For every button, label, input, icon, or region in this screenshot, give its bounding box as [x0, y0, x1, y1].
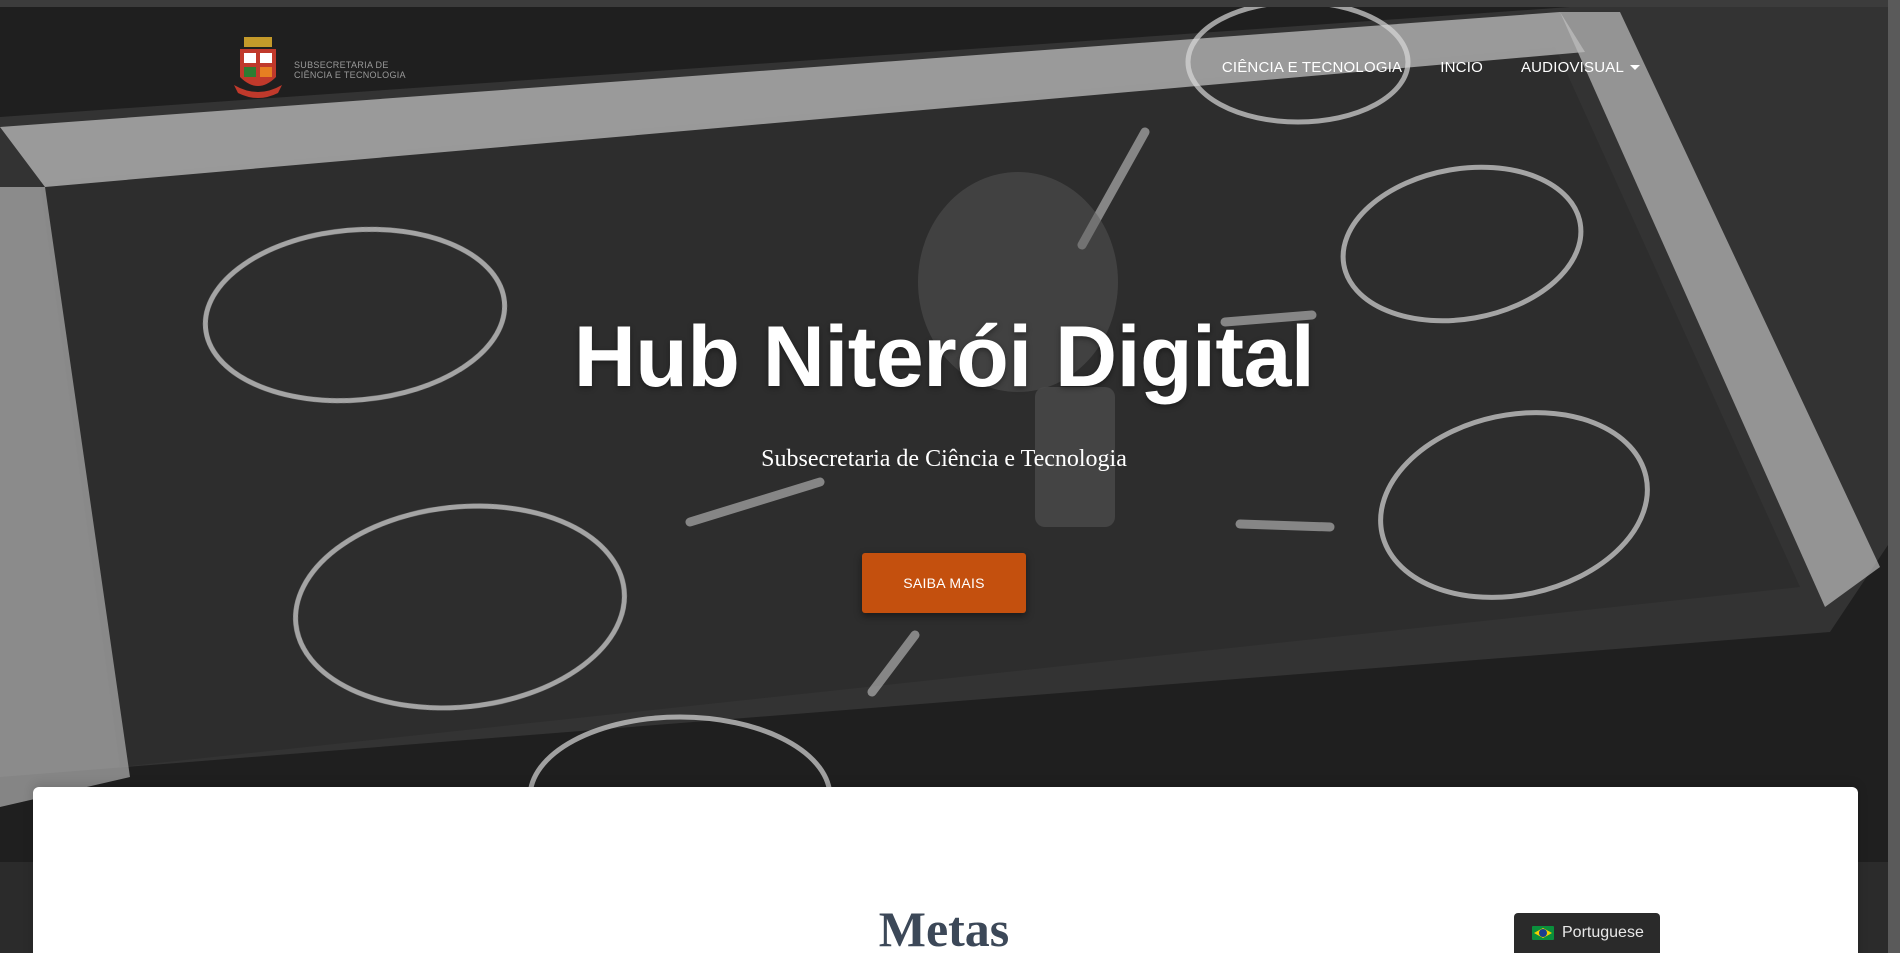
- language-label: Portuguese: [1562, 924, 1644, 941]
- chalkboard-background: [0, 7, 1900, 862]
- site-logo[interactable]: SUBSECRETARIA DE CIÊNCIA E TECNOLOGIA: [232, 37, 414, 103]
- brazil-flag-icon: [1532, 926, 1554, 940]
- language-selector[interactable]: Portuguese: [1514, 913, 1660, 953]
- main-nav: CIÊNCIA E TECNOLOGIA INCIO AUDIOVISUAL: [1222, 59, 1640, 76]
- top-border: [0, 0, 1900, 7]
- caret-down-icon: [1630, 65, 1640, 70]
- niteroi-coat-of-arms-icon: [234, 37, 282, 98]
- nav-audiovisual-dropdown[interactable]: AUDIOVISUAL: [1521, 59, 1640, 76]
- logo-caption: SUBSECRETARIA DE CIÊNCIA E TECNOLOGIA: [294, 60, 406, 80]
- hero-subtitle: Subsecretaria de Ciência e Tecnologia: [761, 446, 1127, 472]
- nav-audiovisual-label: AUDIOVISUAL: [1520, 59, 1624, 76]
- nav-ciencia-e-tecnologia[interactable]: CIÊNCIA E TECNOLOGIA: [1222, 59, 1402, 76]
- top-navbar: SUBSECRETARIA DE CIÊNCIA E TECNOLOGIA CI…: [0, 7, 1900, 107]
- nav-inicio[interactable]: INCIO: [1440, 59, 1483, 76]
- hero-title: Hub Niterói Digital: [573, 309, 1315, 405]
- hero-section: [0, 7, 1900, 862]
- saiba-mais-button[interactable]: SAIBA MAIS: [862, 553, 1026, 613]
- scrollbar-track[interactable]: [1888, 0, 1900, 953]
